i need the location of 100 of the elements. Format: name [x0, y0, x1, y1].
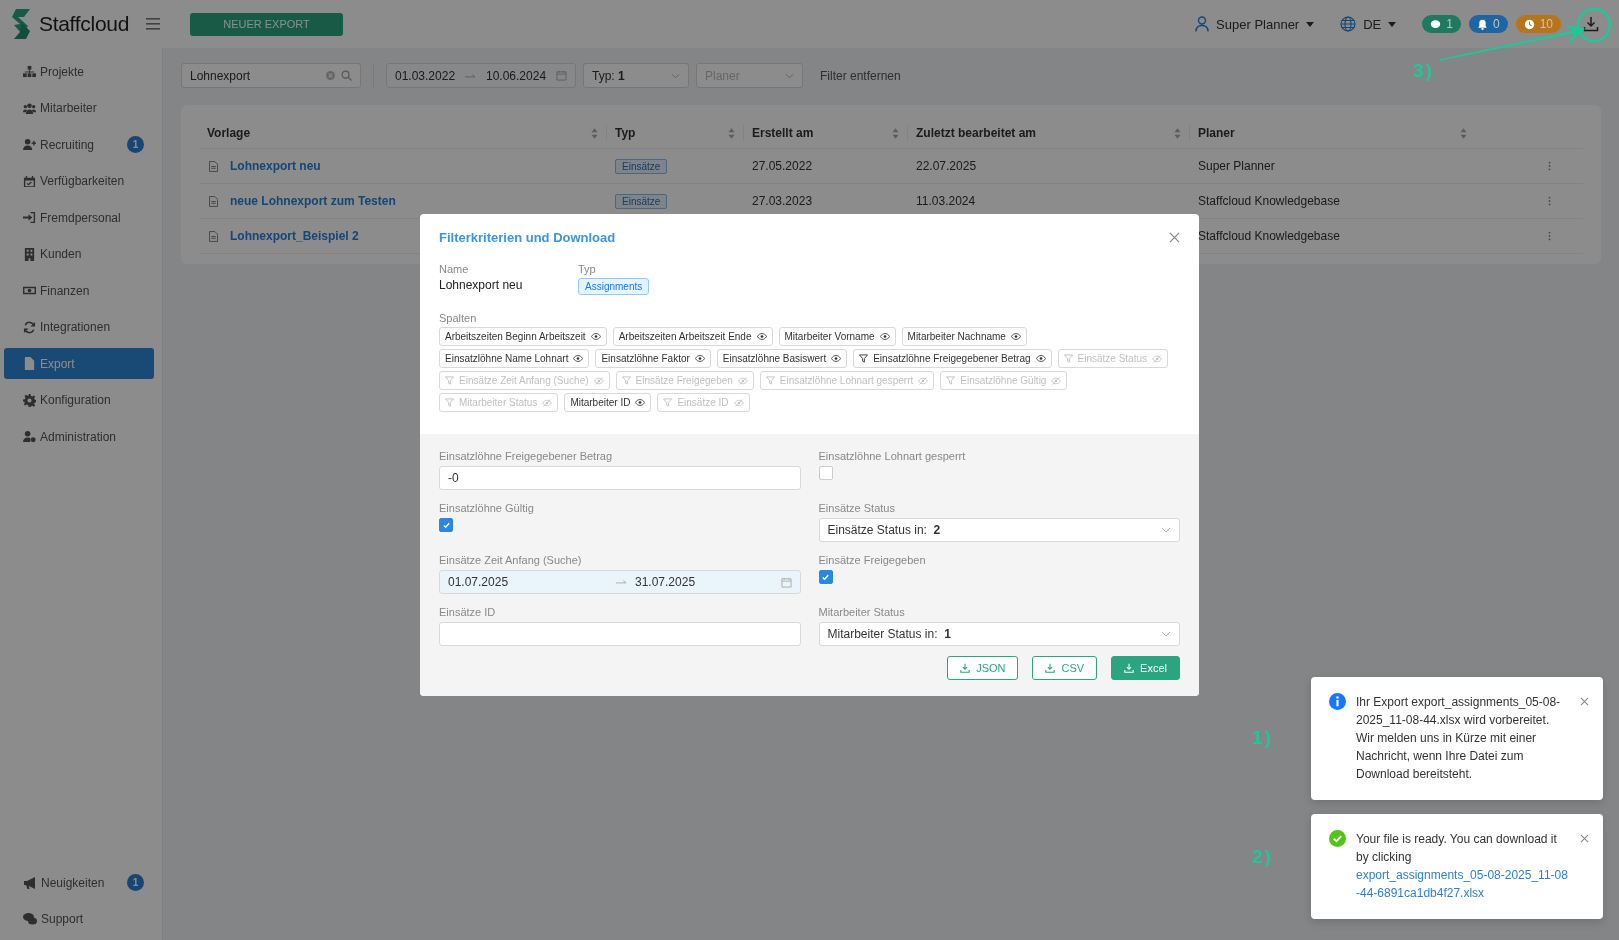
sidebar-item[interactable]: Administration	[4, 421, 154, 452]
sidebar-item[interactable]: Integrationen	[4, 311, 154, 343]
template-link[interactable]: Lohnexport_Beispiel 2	[230, 229, 359, 243]
sidebar-item[interactable]: Konfiguration	[4, 384, 154, 416]
count-badge: 1	[127, 136, 144, 153]
eye-icon[interactable]	[635, 399, 646, 406]
eye-icon[interactable]	[1010, 333, 1021, 340]
type-tag: Assignments	[578, 278, 650, 295]
column-chip[interactable]: Arbeitszeiten Arbeitszeit Ende	[612, 327, 773, 346]
table-cell: Staffcloud Knowledgebase	[1198, 229, 1340, 243]
document-icon	[209, 195, 218, 207]
sidebar-item[interactable]: Finanzen	[4, 275, 154, 306]
sidebar-item[interactable]: Export	[4, 348, 154, 379]
table-cell: 27.03.2023	[752, 194, 813, 208]
eye-slash-icon[interactable]	[733, 398, 744, 407]
eye-slash-icon[interactable]	[1152, 354, 1162, 363]
column-chip[interactable]: Mitarbeiter Nachname	[901, 327, 1027, 346]
user-menu[interactable]: Super Planner	[1195, 16, 1315, 32]
column-chip[interactable]: Einsatzlöhne Basiswert	[716, 349, 848, 368]
eye-slash-icon[interactable]	[918, 376, 929, 385]
sidebar-item[interactable]: Neuigkeiten 1	[4, 867, 154, 898]
building-icon	[23, 247, 36, 261]
eye-slash-icon[interactable]	[593, 376, 604, 385]
column-chip[interactable]: Einsatzlöhne Faktor	[595, 349, 711, 368]
counter-pill[interactable]: 1	[1422, 15, 1461, 33]
sync-icon	[23, 320, 36, 334]
funnel-icon	[663, 398, 673, 407]
close-icon[interactable]	[1580, 697, 1589, 706]
sidebar-item[interactable]: Fremdpersonal	[4, 202, 154, 233]
column-header[interactable]: Zuletzt bearbeitet am	[916, 126, 1037, 140]
search-field[interactable]: Lohnexport	[181, 63, 361, 88]
download-button[interactable]: JSON	[947, 656, 1019, 680]
eye-icon[interactable]	[756, 333, 767, 340]
language-menu[interactable]: DE	[1340, 16, 1397, 32]
eye-icon[interactable]	[573, 355, 584, 362]
more-icon[interactable]	[1548, 196, 1551, 206]
download-button[interactable]: CSV	[1032, 656, 1098, 680]
column-header[interactable]: Typ	[615, 126, 636, 140]
column-header[interactable]: Planer	[1198, 126, 1235, 140]
checkbox[interactable]	[818, 570, 833, 584]
table-cell: 11.03.2024	[916, 194, 976, 208]
sidebar-item[interactable]: Recruiting 1	[4, 129, 154, 160]
date-range-field[interactable]: 01.07.2025 31.07.2025	[439, 570, 801, 594]
calendar-icon	[556, 70, 567, 81]
download-icon	[1124, 663, 1135, 673]
more-icon[interactable]	[1548, 231, 1551, 241]
eye-slash-icon[interactable]	[737, 376, 748, 385]
eye-icon[interactable]	[879, 333, 890, 340]
column-chip[interactable]: Einsatzlöhne Name Lohnart	[439, 349, 590, 368]
check-icon	[441, 520, 451, 530]
sort-icon[interactable]	[728, 127, 735, 139]
funnel-icon	[445, 398, 454, 407]
template-link[interactable]: neue Lohnexport zum Testen	[230, 194, 396, 208]
date-range-field[interactable]: 01.03.2022 10.06.2024	[386, 63, 576, 88]
checkbox[interactable]	[439, 518, 453, 532]
sidebar-item[interactable]: Support	[4, 903, 154, 935]
sidebar-item[interactable]: Mitarbeiter	[4, 92, 154, 124]
column-chip[interactable]: Einsatzlöhne Freigegebener Betrag	[853, 349, 1052, 368]
sort-icon[interactable]	[1460, 127, 1467, 139]
select-field[interactable]: Mitarbeiter Status in: 1	[818, 622, 1180, 646]
sort-icon[interactable]	[892, 127, 899, 139]
sort-icon[interactable]	[591, 127, 598, 139]
download-button[interactable]: Excel	[1111, 656, 1180, 680]
sidebar-item[interactable]: Verfügbarkeiten	[4, 165, 154, 197]
template-link[interactable]: Lohnexport neu	[230, 159, 321, 173]
eye-icon[interactable]	[590, 333, 601, 340]
file-link[interactable]: export_assignments_05-08-2025_11-08-44-6891ca1db4f27.xlsx	[1356, 866, 1570, 902]
column-chip[interactable]: Arbeitszeiten Beginn Arbeitszeit	[439, 327, 607, 346]
column-header[interactable]: Erstellt am	[752, 126, 814, 140]
eye-slash-icon[interactable]	[542, 398, 553, 407]
clear-icon[interactable]	[326, 71, 335, 80]
eye-slash-icon[interactable]	[1051, 376, 1062, 385]
table-cell: Staffcloud Knowledgebase	[1198, 194, 1340, 208]
input-field[interactable]: -0	[439, 466, 801, 490]
eye-icon[interactable]	[694, 355, 705, 362]
close-icon[interactable]	[1169, 232, 1180, 243]
checkbox[interactable]	[818, 466, 833, 480]
input-field[interactable]	[439, 622, 801, 646]
column-chip[interactable]: Mitarbeiter Vorname	[778, 327, 896, 346]
sort-icon[interactable]	[1174, 127, 1181, 139]
eye-icon[interactable]	[1035, 355, 1046, 362]
notification-text: Ihr Export export_assignments_05-08-2025_11-08-44.xlsx wird vorbereitet. Wir melden uns in Kürze mit einer Nachricht, wenn Ihre Datei zum Download bereitsteht.	[1356, 694, 1562, 783]
eye-icon[interactable]	[831, 355, 842, 362]
counter-pill[interactable]: 0	[1468, 15, 1508, 33]
chat-icon	[1430, 18, 1442, 30]
more-icon[interactable]	[1548, 161, 1551, 171]
new-export-button[interactable]: NEUER EXPORT	[190, 12, 343, 36]
clear-filters-link[interactable]: Filter entfernen	[820, 68, 901, 83]
type-select[interactable]: Typ: 1	[583, 63, 689, 88]
type-tag: Einsätze	[615, 194, 668, 209]
sidebar-item[interactable]: Kunden	[4, 238, 154, 270]
download-icon[interactable]	[1583, 16, 1599, 32]
counter-pill[interactable]: 10	[1515, 15, 1561, 33]
close-icon[interactable]	[1580, 834, 1589, 843]
column-header[interactable]: Vorlage	[207, 126, 251, 140]
column-chip[interactable]: Mitarbeiter ID	[564, 393, 652, 412]
sidebar-item[interactable]: Projekte	[4, 56, 154, 87]
select-field[interactable]: Einsätze Status in: 2	[818, 518, 1180, 542]
menu-icon[interactable]	[146, 18, 160, 30]
chevron-icon	[1161, 631, 1171, 637]
